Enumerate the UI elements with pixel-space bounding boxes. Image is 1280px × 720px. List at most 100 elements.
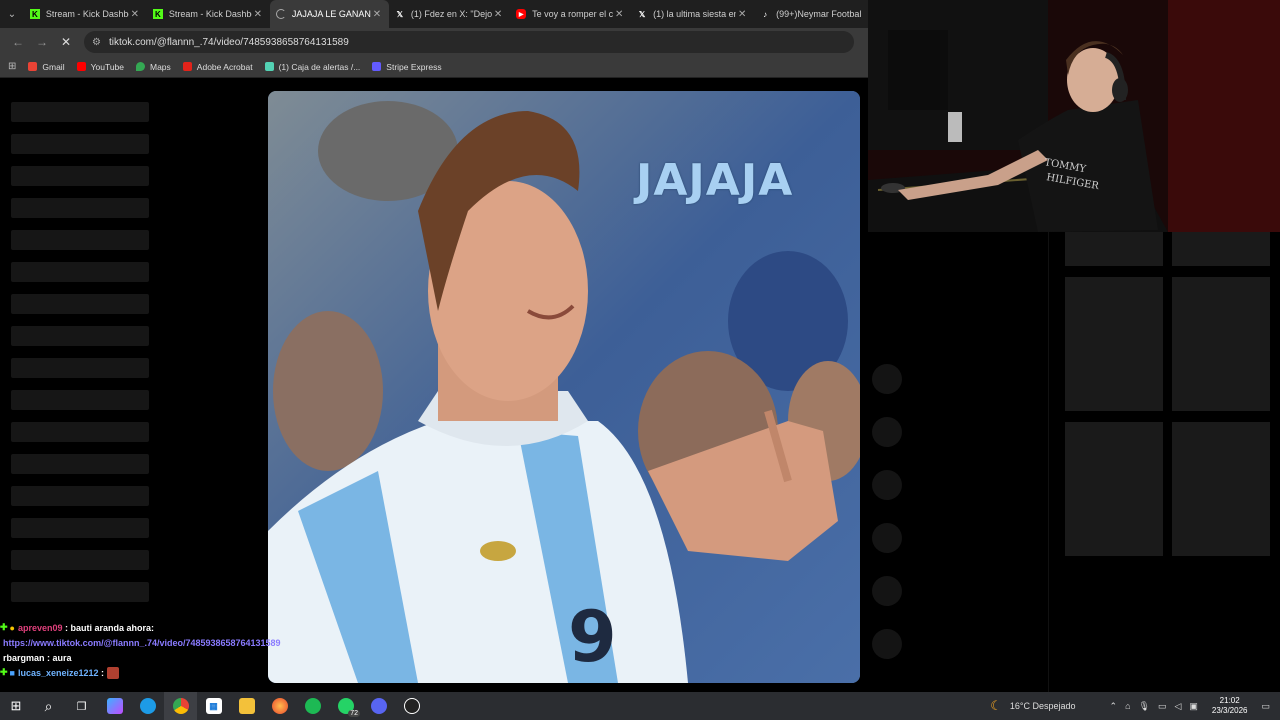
tab-title: Te voy a romper el c — [532, 9, 614, 19]
discord-button[interactable] — [362, 692, 395, 720]
search-icon: ⌕ — [44, 697, 53, 714]
start-button[interactable]: ⊞ — [0, 692, 32, 720]
bookmark-label: (1) Caja de alertas /... — [278, 61, 361, 72]
search-button[interactable]: ⌕ — [32, 692, 65, 720]
skeleton-item — [11, 550, 149, 570]
task-view-button[interactable]: ❐ — [65, 692, 98, 720]
close-icon[interactable]: ✕ — [371, 9, 383, 20]
close-icon[interactable]: ✕ — [613, 9, 625, 20]
firefox-button[interactable] — [263, 692, 296, 720]
close-icon[interactable]: ✕ — [252, 9, 264, 20]
youtube-icon: ▶ — [516, 9, 527, 19]
skeleton-item — [11, 582, 149, 602]
tab-2[interactable]: K Stream - Kick Dashbo ✕ — [147, 0, 270, 28]
skeleton-card — [1172, 232, 1270, 266]
action-button-placeholder[interactable] — [872, 576, 902, 606]
edge-button[interactable] — [131, 692, 164, 720]
divider — [1048, 232, 1049, 692]
chevron-up-icon[interactable]: ⌃ — [1110, 701, 1118, 712]
network-icon[interactable]: ⌂ — [1125, 701, 1130, 711]
skeleton-item — [11, 454, 149, 474]
display-icon[interactable]: ▣ — [1189, 701, 1198, 712]
tab-4[interactable]: 𝕏 (1) Fdez en X: "Dejo ✕ — [389, 0, 510, 28]
firefox-icon — [271, 698, 288, 714]
bookmark-gmail[interactable]: Gmail — [28, 62, 65, 72]
action-button-placeholder[interactable] — [872, 629, 902, 659]
store-icon: ▦ — [205, 698, 222, 714]
obs-button[interactable] — [395, 692, 428, 720]
loading-icon — [275, 9, 286, 19]
chrome-button[interactable] — [164, 692, 197, 720]
battery-icon[interactable]: ▭ — [1158, 701, 1167, 712]
copilot-icon — [106, 698, 123, 714]
address-bar[interactable]: ⚙ tiktok.com/@flannn_.74/video/748593865… — [84, 31, 854, 53]
weather-icon[interactable]: ☾ — [990, 698, 1002, 714]
video-player[interactable]: 9 JAJAJA — [268, 91, 860, 683]
bookmark-acrobat[interactable]: Adobe Acrobat — [182, 61, 253, 72]
tab-1[interactable]: K Stream - Kick Dashbo ✕ — [24, 0, 147, 28]
bookmark-label: Adobe Acrobat — [196, 61, 253, 72]
action-button-placeholder[interactable] — [872, 523, 902, 553]
tiktok-icon: ♪ — [763, 9, 768, 19]
taskbar: ⊞ ⌕ ❐ ▦ 72 ☾ 16°C Despejado ⌃ ⌂ 🎙 ▭ ◁ ▣ … — [0, 692, 1280, 720]
badge-icon: ✚ — [0, 667, 8, 677]
copilot-button[interactable] — [98, 692, 131, 720]
weather-text[interactable]: 16°C Despejado — [1010, 701, 1076, 711]
skeleton-item — [11, 486, 149, 506]
chrome-icon — [172, 698, 189, 714]
tab-search-button[interactable]: ⌄ — [0, 0, 24, 28]
obs-icon — [403, 698, 420, 714]
skeleton-item — [11, 166, 149, 186]
tab-7[interactable]: ♪ (99+)Neymar Footbal — [754, 0, 868, 28]
site-info-icon[interactable]: ⚙ — [92, 37, 101, 48]
file-explorer-button[interactable] — [230, 692, 263, 720]
kick-icon: K — [152, 9, 163, 19]
close-icon[interactable]: ✕ — [129, 9, 141, 20]
skeleton-item — [11, 326, 149, 346]
skeleton-card — [1065, 422, 1163, 556]
chat-username: rbargman — [3, 652, 45, 663]
chat-text: aura — [52, 652, 72, 663]
tab-title: (1) Fdez en X: "Dejo — [410, 9, 493, 19]
url-text: tiktok.com/@flannn_.74/video/74859386587… — [108, 36, 349, 48]
apps-button[interactable]: ⊞ — [8, 61, 16, 72]
skeleton-item — [11, 294, 149, 314]
tab-title: (1) la ultima siesta en — [653, 9, 737, 19]
stop-loading-button[interactable]: ✕ — [54, 30, 78, 54]
close-icon[interactable]: ✕ — [736, 9, 748, 20]
action-button-placeholder[interactable] — [872, 417, 902, 447]
store-button[interactable]: ▦ — [197, 692, 230, 720]
bookmark-youtube[interactable]: YouTube — [76, 62, 124, 72]
stripe-icon — [372, 62, 382, 71]
chat-link[interactable]: https://www.tiktok.com/@flannn_.74/video… — [3, 638, 281, 648]
back-button[interactable]: ← — [6, 30, 30, 54]
action-button-placeholder[interactable] — [872, 364, 902, 394]
action-button-placeholder[interactable] — [872, 470, 902, 500]
badge-icon: ■ — [9, 667, 15, 678]
skeleton-item — [11, 358, 149, 378]
tab-3[interactable]: JAJAJA LE GANAN ✕ — [269, 0, 389, 28]
notification-icon[interactable]: ▭ — [1261, 701, 1270, 712]
skeleton-item — [11, 390, 149, 410]
tab-title: JAJAJA LE GANAN — [291, 9, 371, 19]
bookmark-maps[interactable]: Maps — [136, 62, 171, 72]
skeleton-item — [11, 102, 149, 122]
whatsapp-button[interactable]: 72 — [329, 692, 362, 720]
spotify-button[interactable] — [296, 692, 329, 720]
tab-6[interactable]: 𝕏 (1) la ultima siesta en ✕ — [631, 0, 754, 28]
volume-icon[interactable]: ◁ — [1174, 701, 1181, 712]
forward-button[interactable]: → — [30, 30, 54, 54]
windows-icon: ⊞ — [10, 698, 22, 713]
clock[interactable]: 21:02 23/3/2026 — [1212, 696, 1248, 716]
spotify-icon — [304, 698, 321, 714]
close-icon[interactable]: ✕ — [492, 9, 504, 20]
microphone-icon[interactable]: 🎙 — [1139, 701, 1150, 712]
x-icon: 𝕏 — [638, 9, 646, 19]
chat-text: bauti aranda ahora: — [70, 622, 155, 633]
chat-overlay: ✚ ● apreven09 : bauti aranda ahora: http… — [0, 620, 281, 680]
bookmark-alerts[interactable]: (1) Caja de alertas /... — [264, 61, 361, 72]
tab-5[interactable]: ▶ Te voy a romper el c ✕ — [510, 0, 631, 28]
chat-username: apreven09 — [17, 622, 63, 633]
youtube-icon — [76, 62, 86, 71]
bookmark-stripe[interactable]: Stripe Express — [372, 62, 442, 72]
